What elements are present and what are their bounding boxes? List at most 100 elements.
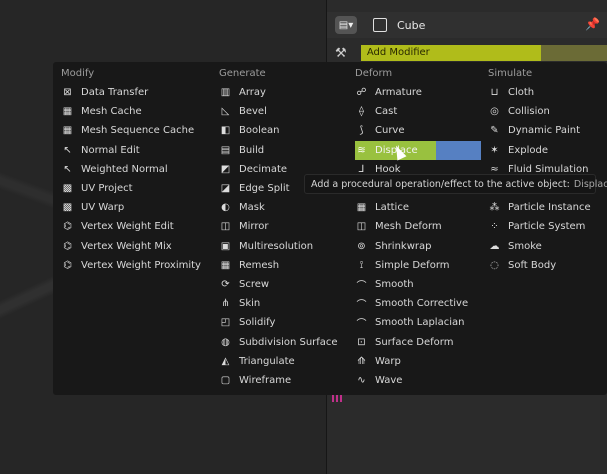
menu-item-displace[interactable]: ≋ Displace (355, 140, 481, 160)
menu-item-label: Subdivision Surface (239, 336, 338, 348)
menu-item-warp[interactable]: ⟰ Warp (355, 352, 481, 371)
menu-item-weighted-normal[interactable]: ↖ Weighted Normal (61, 160, 211, 179)
pin-icon[interactable]: 📌 (585, 17, 600, 31)
menu-item-screw[interactable]: ⟳ Screw (219, 275, 347, 294)
menu-item-label: Cast (375, 106, 398, 118)
boolean-icon: ◧ (220, 125, 231, 137)
menu-item-lattice[interactable]: ▦ Lattice (355, 198, 481, 217)
menu-item-surface-deform[interactable]: ⊡ Surface Deform (355, 332, 481, 351)
menu-item-boolean[interactable]: ◧ Boolean (219, 121, 347, 140)
menu-item-cast[interactable]: ⟠ Cast (355, 102, 481, 121)
tooltip-value: Displace (573, 178, 607, 190)
shrinkwrap-icon: ⊚ (357, 240, 366, 252)
menu-item-mesh-deform[interactable]: ◫ Mesh Deform (355, 217, 481, 236)
menu-item-vertex-weight-mix[interactable]: ⌬ Vertex Weight Mix (61, 237, 211, 256)
menu-item-label: Smoke (508, 240, 542, 252)
smooth-icon: ⌒ (356, 300, 367, 312)
menu-item-dynamic-paint[interactable]: ✎ Dynamic Paint (488, 121, 603, 140)
wrench-icon: ⚒ (335, 45, 347, 61)
menu-item-skin[interactable]: ⋔ Skin (219, 294, 347, 313)
menu-item-label: Triangulate (239, 355, 295, 367)
menu-item-label: Array (239, 87, 266, 99)
screw-icon: ⟳ (221, 278, 230, 290)
menu-item-smooth-laplacian[interactable]: ⌒ Smooth Laplacian (355, 313, 481, 332)
menu-item-uv-warp[interactable]: ▩ UV Warp (61, 198, 211, 217)
remesh-icon: ▦ (220, 259, 231, 271)
menu-item-smooth-corrective[interactable]: ⌒ Smooth Corrective (355, 294, 481, 313)
menu-item-label: Edge Split (239, 183, 290, 195)
add-modifier-button[interactable]: Add Modifier (360, 45, 541, 61)
smooth-icon: ⌒ (356, 319, 367, 331)
menu-item-smoke[interactable]: ☁ Smoke (488, 237, 603, 256)
menu-item-label: Data Transfer (81, 87, 149, 99)
add-modifier-dropdown-tail[interactable] (540, 45, 607, 61)
menu-item-simple-deform[interactable]: ⟟ Simple Deform (355, 256, 481, 275)
menu-item-cloth[interactable]: ⊔ Cloth (488, 83, 603, 102)
menu-item-subdivision-surface[interactable]: ◍ Subdivision Surface (219, 332, 347, 351)
dynamic-paint-icon: ✎ (490, 125, 499, 137)
particle-system-icon: ⁘ (490, 221, 499, 233)
menu-item-vertex-weight-edit[interactable]: ⌬ Vertex Weight Edit (61, 217, 211, 236)
menu-item-mesh-sequence-cache[interactable]: ▦ Mesh Sequence Cache (61, 121, 211, 140)
menu-item-wave[interactable]: ∿ Wave (355, 371, 481, 390)
menu-item-solidify[interactable]: ◰ Solidify (219, 313, 347, 332)
tooltip-text: Add a procedural operation/effect to the… (311, 178, 570, 190)
menu-item-remesh[interactable]: ▦ Remesh (219, 256, 347, 275)
subdivision-icon: ◍ (221, 336, 230, 348)
multiresolution-icon: ▣ (220, 240, 231, 252)
menu-item-bevel[interactable]: ◺ Bevel (219, 102, 347, 121)
menu-item-curve[interactable]: ⟆ Curve (355, 121, 481, 140)
solidify-icon: ◰ (220, 317, 231, 329)
menu-item-label: Mask (239, 202, 265, 214)
soft-body-icon: ◌ (490, 259, 499, 271)
menu-item-label: Bevel (239, 106, 267, 118)
menu-item-soft-body[interactable]: ◌ Soft Body (488, 256, 603, 275)
menu-item-label: Solidify (239, 317, 276, 329)
modifier-toolbar: ⚒ Add Modifier (327, 42, 607, 64)
menu-item-label: UV Project (81, 183, 133, 195)
uv-warp-icon: ▩ (62, 202, 73, 214)
menu-item-triangulate[interactable]: ◭ Triangulate (219, 352, 347, 371)
mesh-sequence-cache-icon: ▦ (62, 125, 73, 137)
menu-item-mirror[interactable]: ◫ Mirror (219, 217, 347, 236)
menu-item-normal-edit[interactable]: ↖ Normal Edit (61, 141, 211, 160)
menu-item-data-transfer[interactable]: ⊠ Data Transfer (61, 83, 211, 102)
modifier-stack-marker (332, 394, 344, 402)
edge-split-icon: ◪ (220, 183, 231, 195)
particle-instance-icon: ⁂ (489, 202, 500, 214)
menu-item-wireframe[interactable]: ▢ Wireframe (219, 371, 347, 390)
menu-item-label: Smooth Laplacian (375, 317, 465, 329)
menu-item-smooth[interactable]: ⌒ Smooth (355, 275, 481, 294)
menu-item-label: Smooth Corrective (375, 298, 469, 310)
menu-item-label: Shrinkwrap (375, 240, 432, 252)
menu-item-label: Armature (375, 87, 422, 99)
skin-icon: ⋔ (221, 298, 230, 310)
menu-item-build[interactable]: ▤ Build (219, 141, 347, 160)
menu-item-particle-system[interactable]: ⁘ Particle System (488, 217, 603, 236)
normal-edit-icon: ↖ (63, 144, 72, 156)
properties-header: ▤▾ Cube 📌 (327, 12, 607, 38)
uv-project-icon: ▩ (62, 183, 73, 195)
triangulate-icon: ◭ (221, 355, 230, 367)
menu-item-particle-instance[interactable]: ⁂ Particle Instance (488, 198, 603, 217)
menu-item-label: Mesh Cache (81, 106, 142, 118)
simple-deform-icon: ⟟ (359, 259, 364, 271)
wireframe-icon: ▢ (220, 374, 231, 386)
menu-item-multiresolution[interactable]: ▣ Multiresolution (219, 237, 347, 256)
array-icon: ▥ (220, 87, 231, 99)
menu-item-armature[interactable]: ☍ Armature (355, 83, 481, 102)
menu-item-shrinkwrap[interactable]: ⊚ Shrinkwrap (355, 237, 481, 256)
menu-item-vertex-weight-proximity[interactable]: ⌬ Vertex Weight Proximity (61, 256, 211, 275)
armature-icon: ☍ (356, 87, 367, 99)
curve-icon: ⟆ (359, 125, 364, 137)
menu-item-array[interactable]: ▥ Array (219, 83, 347, 102)
menu-item-label: Mesh Deform (375, 221, 442, 233)
menu-item-mesh-cache[interactable]: ▦ Mesh Cache (61, 102, 211, 121)
menu-item-mask[interactable]: ◐ Mask (219, 198, 347, 217)
menu-item-collision[interactable]: ◎ Collision (488, 102, 603, 121)
weighted-normal-icon: ↖ (63, 163, 72, 175)
menu-item-uv-project[interactable]: ▩ UV Project (61, 179, 211, 198)
editor-type-button[interactable]: ▤▾ (335, 16, 357, 34)
menu-item-label: Explode (508, 144, 548, 156)
menu-item-explode[interactable]: ✶ Explode (488, 141, 603, 160)
